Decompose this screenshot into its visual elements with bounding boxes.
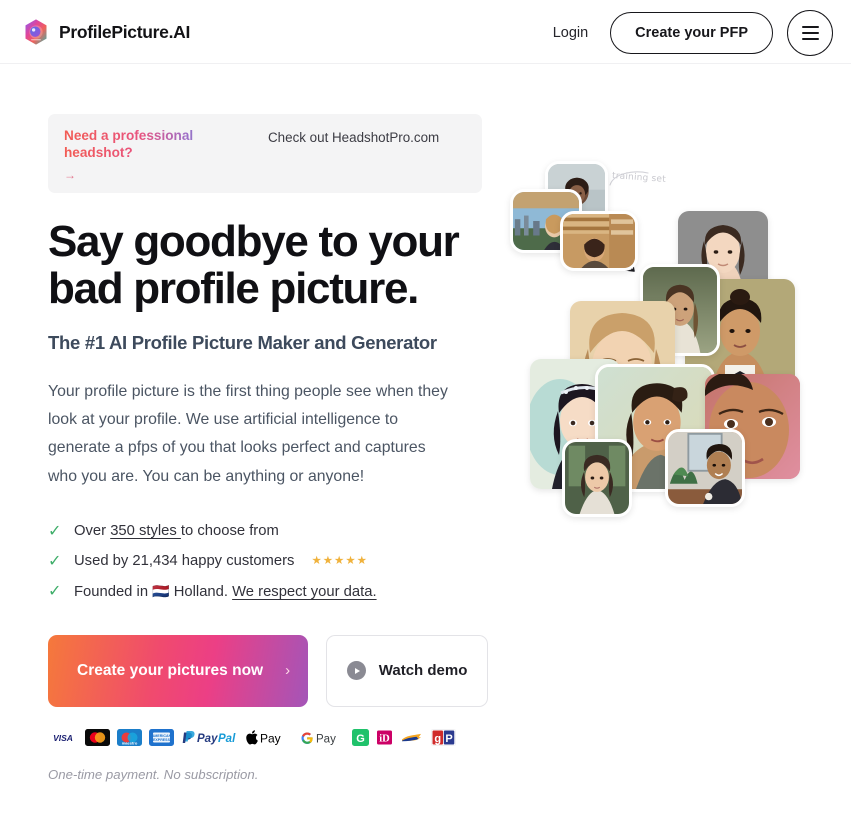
check-icon: ✓ xyxy=(48,522,62,540)
headshotpro-promo-banner[interactable]: Need a professional headshot? → Check ou… xyxy=(48,114,482,193)
watch-demo-button[interactable]: Watch demo xyxy=(326,634,488,707)
svg-text:Pay: Pay xyxy=(260,732,281,746)
promo-banner-left: Need a professional headshot? → xyxy=(64,128,254,181)
arrow-right-icon: → xyxy=(64,167,76,182)
page-title: Say goodbye to your bad profile picture. xyxy=(48,216,460,313)
feature-text: Over 350 styles to choose from xyxy=(74,524,279,539)
ideal-icon: iD xyxy=(376,729,393,747)
brand-logo[interactable]: ProfilePicture.AI xyxy=(22,18,190,46)
brand-name: ProfilePicture.AI xyxy=(59,21,191,42)
list-item: ✓ Used by 21,434 happy customers ★★★★★ xyxy=(48,547,488,577)
feature-list: ✓ Over 350 styles to choose from ✓ Used … xyxy=(48,517,488,607)
hero-section: Need a professional headshot? → Check ou… xyxy=(0,64,851,835)
styles-link[interactable]: 350 styles xyxy=(110,523,181,539)
hamburger-menu-icon xyxy=(801,37,819,40)
sofort-icon xyxy=(400,729,424,747)
profilepicture-logo-icon xyxy=(25,19,47,45)
site-header: ProfilePicture.AI Login Create your PFP xyxy=(0,0,851,64)
giropay-icon: G xyxy=(352,729,369,747)
svg-text:VISA: VISA xyxy=(53,733,73,743)
payment-note: One-time payment. No subscription. xyxy=(48,766,259,782)
hero-description: Your profile picture is the first thing … xyxy=(48,383,448,485)
netherlands-flag-icon: 🇳🇱 xyxy=(152,582,170,599)
svg-text:Pal: Pal xyxy=(218,733,236,745)
list-item: ✓ Founded in 🇳🇱 Holland. We respect your… xyxy=(48,577,488,607)
svg-text:P: P xyxy=(445,733,452,745)
svg-text:G: G xyxy=(356,733,365,745)
promo-banner-body: Check out HeadshotPro.com xyxy=(268,130,440,145)
feature-text: Used by 21,434 happy customers xyxy=(74,553,295,570)
generated-pfp-9 xyxy=(665,429,745,507)
svg-text:EXPRESS: EXPRESS xyxy=(153,738,171,742)
play-circle-icon xyxy=(346,661,366,681)
svg-text:maestro: maestro xyxy=(122,741,138,746)
feature-suffix: to choose from xyxy=(180,523,279,540)
visa-icon: VISA xyxy=(48,729,78,747)
training-photo-3 xyxy=(560,211,638,271)
payment-methods: VISA maestro AMERICAN EXPRESS Pay Pal Pa… xyxy=(48,729,488,747)
hamburger-menu-button[interactable] xyxy=(787,10,833,56)
page-subtitle: The #1 AI Profile Picture Maker and Gene… xyxy=(48,332,437,354)
google-pay-icon: Pay xyxy=(299,729,345,747)
privacy-link[interactable]: We respect your data. xyxy=(232,584,376,600)
login-link[interactable]: Login xyxy=(545,19,596,47)
list-item: ✓ Over 350 styles to choose from xyxy=(48,517,488,547)
svg-text:iD: iD xyxy=(379,734,390,745)
check-icon: ✓ xyxy=(48,552,62,570)
svg-text:Pay: Pay xyxy=(197,733,218,745)
maestro-icon: maestro xyxy=(117,729,142,747)
star-rating: ★★★★★ xyxy=(311,554,368,567)
watch-demo-label: Watch demo xyxy=(378,662,468,680)
chevron-right-icon: › xyxy=(285,661,291,679)
paypal-icon: Pay Pal xyxy=(181,729,239,747)
header-actions: Login Create your PFP xyxy=(545,10,833,56)
promo-banner-headline: Need a professional headshot? xyxy=(64,128,254,162)
feature-text: Founded in 🇳🇱 Holland. We respect your d… xyxy=(74,584,377,600)
hamburger-menu-icon xyxy=(801,26,819,29)
generated-pfp-8 xyxy=(562,439,632,517)
check-icon: ✓ xyxy=(48,582,62,600)
przelewy24-icon: g P xyxy=(431,729,456,747)
amex-icon: AMERICAN EXPRESS xyxy=(149,729,174,747)
svg-text:Pay: Pay xyxy=(316,734,336,746)
cta-row: Create your pictures now › Watch demo xyxy=(48,634,488,707)
create-pfp-button[interactable]: Create your PFP xyxy=(610,12,773,54)
create-pictures-label: Create your pictures now xyxy=(77,662,264,680)
feature-prefix: Over xyxy=(74,523,111,540)
hero-left-column: Need a professional headshot? → Check ou… xyxy=(48,114,488,782)
svg-text:g: g xyxy=(434,733,441,745)
hamburger-menu-icon xyxy=(801,32,819,34)
mastercard-icon xyxy=(85,729,110,747)
feature-mid: Holland. xyxy=(169,583,233,600)
apple-pay-icon: Pay xyxy=(246,729,292,747)
feature-prefix: Founded in xyxy=(74,583,153,600)
hero-image-collage: training set xyxy=(500,149,851,569)
create-pictures-button[interactable]: Create your pictures now › xyxy=(48,634,309,707)
